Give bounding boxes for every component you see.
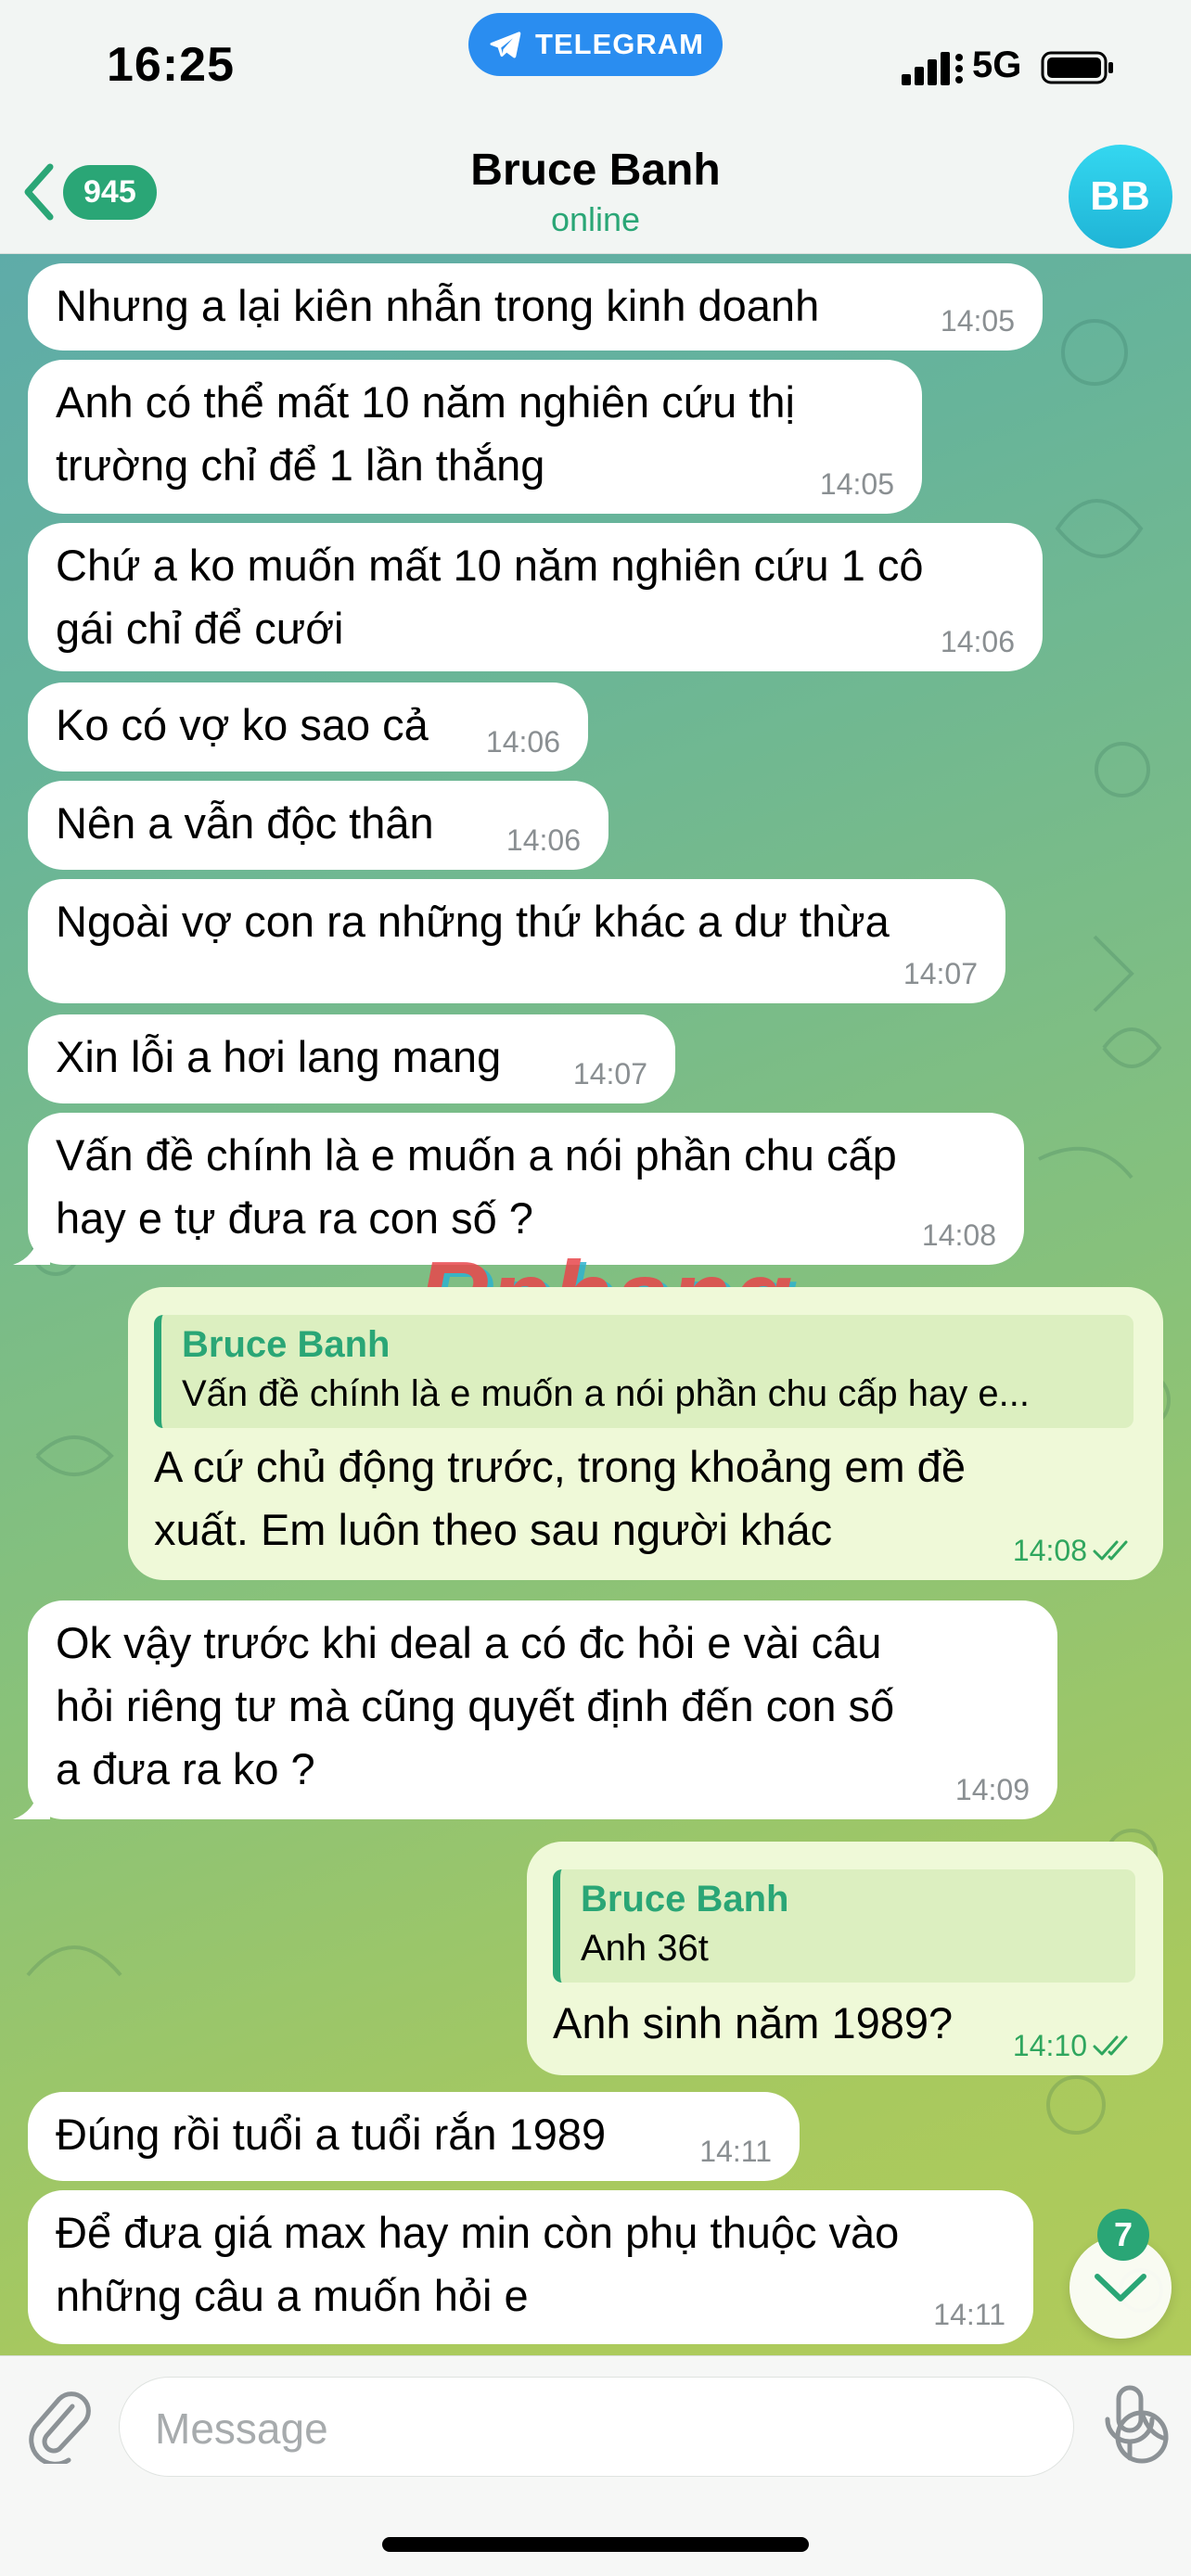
paperclip-icon[interactable] bbox=[26, 2390, 91, 2464]
bubble-tail bbox=[13, 1230, 50, 1265]
message-time-label: 14:10 bbox=[1012, 2029, 1087, 2062]
network-label: 5G bbox=[972, 45, 1022, 85]
message-input[interactable]: Message bbox=[119, 2377, 1169, 2477]
message-time: 14:07 bbox=[572, 1057, 647, 1090]
message-time: 14:11 bbox=[699, 2135, 772, 2168]
message-time: 14:08 bbox=[1013, 1534, 1135, 1567]
reply-author: Bruce Banh bbox=[182, 1324, 391, 1365]
message-time: 14:05 bbox=[940, 304, 1015, 338]
chat-header: 945 Bruce Banh online BB bbox=[0, 139, 1191, 254]
message-text: Nhưng a lại kiên nhẫn trong kinh doanh bbox=[56, 281, 820, 330]
message-time: 14:06 bbox=[506, 823, 581, 857]
message-text: Đúng rồi tuổi a tuổi rắn 1989 bbox=[56, 2110, 607, 2159]
chat-title[interactable]: Bruce Banh bbox=[0, 145, 1191, 196]
message-text: Xin lỗi a hơi lang mang bbox=[56, 1032, 502, 1081]
message-incoming[interactable]: Anh có thể mất 10 năm nghiên cứu thị trư… bbox=[28, 360, 922, 514]
message-incoming[interactable]: Nhưng a lại kiên nhẫn trong kinh doanh 1… bbox=[28, 263, 1043, 351]
status-time: 16:25 bbox=[107, 38, 235, 92]
message-time: 14:06 bbox=[485, 725, 560, 759]
message-incoming[interactable]: Xin lỗi a hơi lang mang 14:07 bbox=[28, 1014, 675, 1103]
message-time: 14:10 bbox=[1013, 2029, 1135, 2062]
telegram-pill-label: TELEGRAM bbox=[535, 28, 704, 60]
reply-text: Vấn đề chính là e muốn a nói phần chu cấ… bbox=[182, 1373, 1030, 1414]
chat-status: online bbox=[550, 200, 641, 238]
telegram-icon bbox=[490, 32, 521, 58]
telegram-pill[interactable]: TELEGRAM bbox=[468, 13, 723, 76]
message-outgoing[interactable]: Bruce Banh Anh 36t Anh sinh năm 1989? 14… bbox=[527, 1842, 1163, 2075]
microphone-icon[interactable] bbox=[1102, 2384, 1158, 2464]
message-time-label: 14:08 bbox=[1012, 1534, 1087, 1567]
chevron-down-icon bbox=[1095, 2274, 1146, 2302]
reply-quote[interactable]: Bruce Banh Vấn đề chính là e muốn a nói … bbox=[154, 1315, 1133, 1428]
message-incoming[interactable]: Đúng rồi tuổi a tuổi rắn 1989 14:11 bbox=[28, 2092, 800, 2181]
message-incoming[interactable]: Ko có vợ ko sao cả 14:06 bbox=[28, 682, 588, 772]
reply-quote[interactable]: Bruce Banh Anh 36t bbox=[553, 1869, 1135, 1983]
message-outgoing[interactable]: Bruce Banh Vấn đề chính là e muốn a nói … bbox=[128, 1287, 1163, 1580]
home-indicator bbox=[382, 2537, 809, 2552]
message-placeholder: Message bbox=[155, 2404, 328, 2453]
message-incoming[interactable]: Ngoài vợ con ra những thứ khác a dư thừa… bbox=[28, 879, 1005, 1003]
message-text: Ko có vợ ko sao cả bbox=[56, 700, 429, 749]
message-time: 14:05 bbox=[819, 467, 894, 501]
reply-author: Bruce Banh bbox=[581, 1879, 789, 1919]
message-text: Anh sinh năm 1989? bbox=[553, 1998, 954, 2047]
message-text: Ngoài vợ con ra những thứ khác a dư thừa bbox=[56, 897, 890, 946]
message-text: Nên a vẫn độc thân bbox=[56, 798, 434, 848]
double-check-icon bbox=[1093, 2035, 1128, 2056]
unread-badge: 7 bbox=[1097, 2209, 1149, 2261]
message-text: Ok vậy trước khi deal a có đc hỏi e vài … bbox=[56, 1618, 895, 1793]
message-time: 14:09 bbox=[954, 1773, 1030, 1806]
message-incoming[interactable]: Nên a vẫn độc thân 14:06 bbox=[28, 781, 608, 870]
message-text: Anh có thể mất 10 năm nghiên cứu thị trư… bbox=[56, 377, 796, 490]
message-incoming[interactable]: Ok vậy trước khi deal a có đc hỏi e vài … bbox=[28, 1600, 1057, 1819]
reply-text: Anh 36t bbox=[581, 1928, 709, 1969]
signal-icon bbox=[902, 52, 963, 85]
message-time: 14:11 bbox=[933, 2298, 1005, 2331]
battery-icon bbox=[1041, 51, 1113, 84]
message-time: 14:06 bbox=[940, 625, 1015, 658]
message-text: A cứ chủ động trước, trong khoảng em đề … bbox=[154, 1442, 966, 1554]
double-check-icon bbox=[1093, 1540, 1128, 1561]
avatar[interactable]: BB bbox=[1069, 145, 1172, 249]
message-incoming[interactable]: Chứ a ko muốn mất 10 năm nghiên cứu 1 cô… bbox=[28, 523, 1043, 671]
message-text: Chứ a ko muốn mất 10 năm nghiên cứu 1 cô… bbox=[56, 541, 924, 653]
message-time: 14:07 bbox=[903, 957, 978, 990]
message-text: Để đưa giá max hay min còn phụ thuộc vào… bbox=[56, 2208, 900, 2320]
message-incoming[interactable]: Để đưa giá max hay min còn phụ thuộc vào… bbox=[28, 2190, 1033, 2344]
message-text: Vấn đề chính là e muốn a nói phần chu cấ… bbox=[56, 1130, 897, 1243]
status-bar: 16:25 TELEGRAM 5G bbox=[0, 0, 1191, 139]
message-time: 14:08 bbox=[921, 1218, 996, 1252]
bubble-tail bbox=[13, 1784, 50, 1819]
